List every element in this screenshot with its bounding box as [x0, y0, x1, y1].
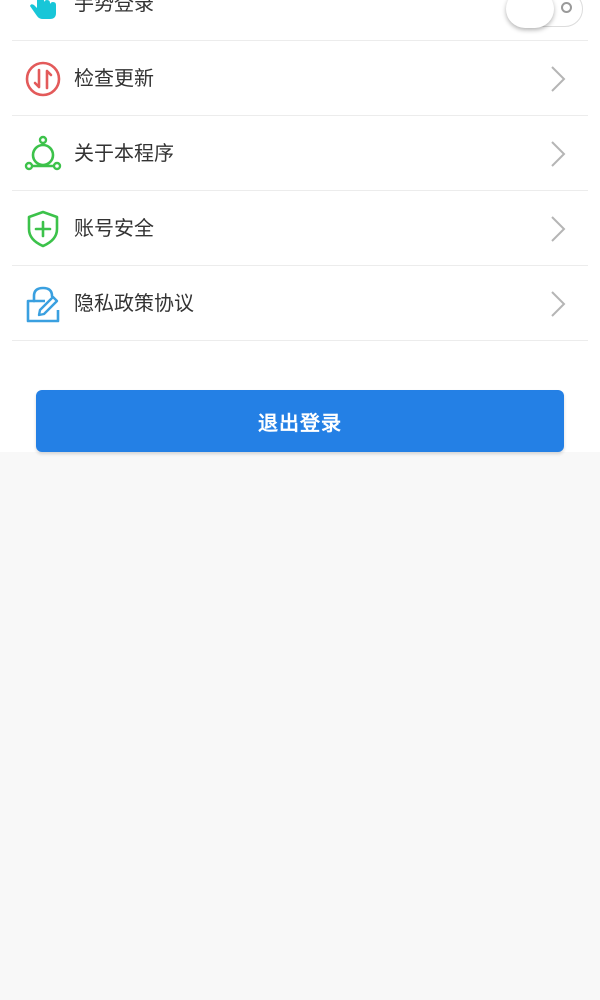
logout-button[interactable]: 退出登录: [36, 390, 564, 452]
chevron-right-icon: [550, 215, 566, 243]
settings-item-privacy-policy[interactable]: 隐私政策协议: [12, 266, 588, 341]
gesture-login-toggle[interactable]: [506, 0, 583, 28]
chevron-right-icon: [550, 65, 566, 93]
settings-item-check-update[interactable]: 检查更新: [12, 41, 588, 116]
settings-item-label: 关于本程序: [74, 141, 174, 165]
settings-item-label: 隐私政策协议: [74, 291, 194, 315]
chevron-right-icon: [550, 290, 566, 318]
toggle-knob: [506, 0, 554, 28]
toggle-off-indicator: [561, 2, 572, 13]
shield-plus-icon: [23, 209, 63, 249]
settings-item-account-security[interactable]: 账号安全: [12, 191, 588, 266]
chevron-right-icon: [550, 140, 566, 168]
settings-panel: 手势登录 检查更新 关于本程序 账号安全 隐私政策协议 退出登录: [0, 0, 600, 452]
settings-item-label: 账号安全: [74, 216, 154, 240]
hand-gesture-icon: [23, 0, 63, 24]
settings-item-label: 手势登录: [74, 0, 154, 15]
lock-edit-icon: [23, 284, 63, 324]
settings-item-label: 检查更新: [74, 66, 154, 90]
update-arrows-icon: [23, 59, 63, 99]
settings-item-gesture-login[interactable]: 手势登录: [12, 0, 588, 41]
settings-item-about[interactable]: 关于本程序: [12, 116, 588, 191]
nodes-about-icon: [23, 134, 63, 174]
